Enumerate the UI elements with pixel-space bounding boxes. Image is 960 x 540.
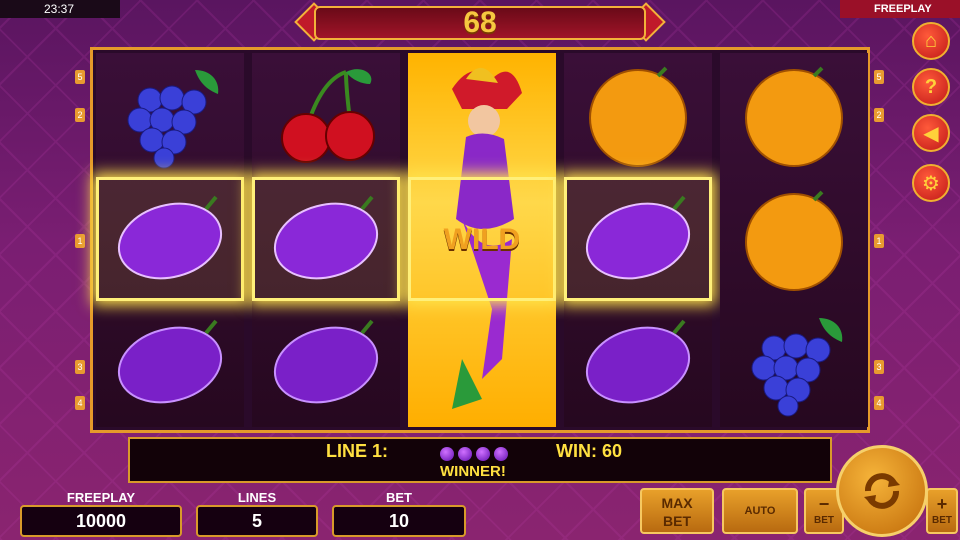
symbol-plum — [564, 301, 712, 425]
wild-winning-frame — [408, 177, 556, 301]
home-icon[interactable]: ⌂ — [912, 22, 950, 60]
spin-button[interactable] — [836, 445, 928, 537]
plum-mini-icon — [458, 447, 472, 461]
payline-marker[interactable]: 4 — [874, 396, 884, 410]
plum-mini-icon — [476, 447, 490, 461]
max-bet-button[interactable]: MAX BET — [640, 488, 714, 534]
winner-status: WINNER! — [440, 463, 506, 480]
reel-2 — [252, 53, 400, 427]
bet-value[interactable]: 10 — [332, 505, 466, 537]
bet-increase-button[interactable]: + BET — [926, 488, 958, 534]
max-bet-line2: BET — [663, 513, 691, 529]
settings-icon[interactable]: ⚙ — [912, 164, 950, 202]
bet-label: BET — [386, 490, 412, 505]
clock: 23:37 — [0, 0, 120, 18]
win-amount: WIN: 60 — [556, 441, 623, 461]
reel-4 — [564, 53, 712, 427]
lines-value[interactable]: 5 — [196, 505, 318, 537]
help-icon[interactable]: ? — [912, 68, 950, 106]
payline-marker[interactable]: 2 — [75, 108, 85, 122]
top-banner: 68 — [294, 2, 666, 42]
symbol-plum — [252, 301, 400, 425]
payline-marker[interactable]: 5 — [874, 70, 884, 84]
banner-value: 68 — [463, 6, 497, 39]
lines-label: LINES — [237, 490, 277, 505]
plum-mini-icon — [494, 447, 508, 461]
reel-1 — [96, 53, 244, 427]
max-bet-line1: MAX — [661, 495, 693, 511]
payline-marker[interactable]: 1 — [75, 234, 85, 248]
symbol-cherries — [252, 53, 400, 177]
payline-marker[interactable]: 5 — [75, 70, 85, 84]
win-info-bar: LINE 1: WIN: 60 WINNER! — [128, 437, 832, 483]
payline-marker[interactable]: 3 — [874, 360, 884, 374]
spin-arrows-icon — [864, 473, 900, 509]
auto-spin-button[interactable]: AUTO — [722, 488, 798, 534]
bet-decrease-label: BET — [814, 515, 834, 526]
payline-marker[interactable]: 4 — [75, 396, 85, 410]
symbol-plum — [96, 301, 244, 425]
payline-marker[interactable]: 2 — [874, 108, 884, 122]
symbol-plum-winning — [252, 177, 400, 301]
bet-increase-label: BET — [932, 515, 952, 526]
symbol-plum-winning — [564, 177, 712, 301]
reel-3-wild: WILD — [408, 53, 556, 427]
freeplay-balance: 10000 — [20, 505, 182, 537]
symbol-orange — [564, 53, 712, 177]
symbol-plum-winning — [96, 177, 244, 301]
freeplay-label: FREEPLAY — [66, 490, 136, 505]
mode-badge: FREEPLAY — [840, 0, 960, 18]
auto-label: AUTO — [744, 505, 776, 517]
symbol-grapes — [96, 53, 244, 177]
plus-icon: + — [936, 494, 948, 514]
sound-icon[interactable]: ◀ — [912, 114, 950, 152]
symbol-orange — [720, 53, 868, 177]
line-label: LINE 1: — [326, 441, 389, 461]
reel-5 — [720, 53, 868, 427]
plum-mini-icon — [440, 447, 454, 461]
reel-area: WILD — [90, 47, 870, 433]
symbol-orange — [720, 177, 868, 301]
symbol-grapes — [720, 301, 868, 425]
payline-marker[interactable]: 3 — [75, 360, 85, 374]
payline-marker[interactable]: 1 — [874, 234, 884, 248]
